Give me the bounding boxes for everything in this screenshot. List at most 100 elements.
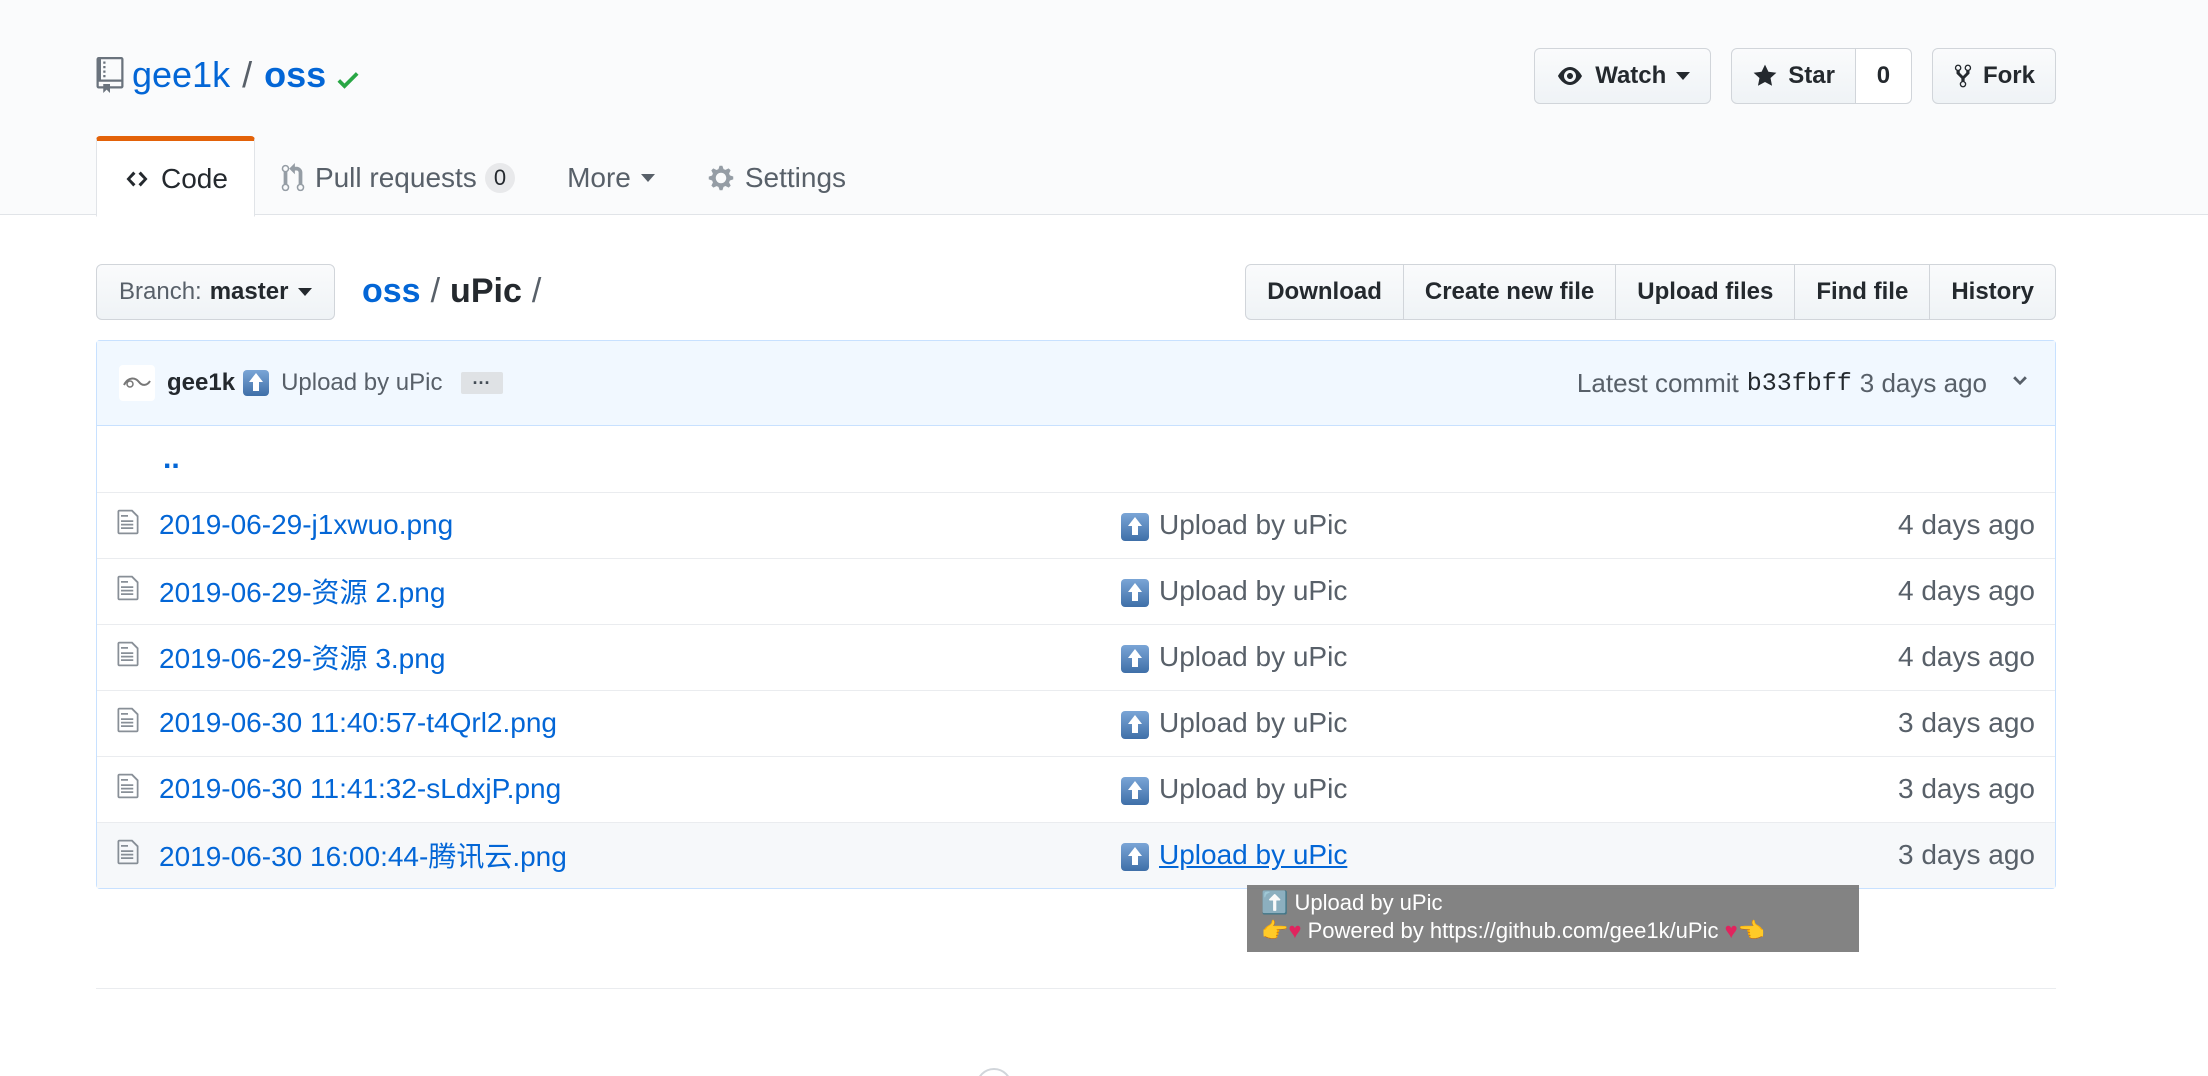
file-link[interactable]: 2019-06-30 16:00:44-腾讯云.png	[159, 841, 567, 872]
pointing-right-emoji-icon: 👉	[1261, 918, 1289, 943]
branch-select-button[interactable]: Branch: master	[96, 264, 336, 320]
repo-title: gee1k / oss	[96, 50, 362, 100]
file-icon	[117, 839, 139, 864]
heart-icon: ♥	[1288, 918, 1302, 943]
star-group: Star 0	[1731, 48, 1912, 104]
file-commit-message[interactable]: Upload by uPic	[1121, 756, 1672, 822]
file-link[interactable]: 2019-06-29-资源 3.png	[159, 643, 445, 674]
file-age: 3 days ago	[1898, 707, 2035, 738]
heart-icon: ♥	[1724, 918, 1738, 943]
file-icon	[117, 575, 139, 600]
repo-nav: Code Pull requests 0 More Settings	[96, 136, 872, 217]
breadcrumb-current: uPic	[450, 271, 522, 310]
history-button[interactable]: History	[1930, 264, 2056, 320]
table-row: 2019-06-30 11:41:32-sLdxjP.png Upload by…	[97, 756, 2055, 822]
pull-requests-counter: 0	[484, 163, 516, 193]
up-arrow-emoji-icon	[243, 370, 270, 396]
commit-tease: gee1k Upload by uPic ··· Latest commit b…	[97, 341, 2055, 426]
table-row: 2019-06-30 16:00:44-腾讯云.png Upload by uP…	[97, 822, 2055, 888]
repo-name-link[interactable]: oss	[264, 54, 326, 96]
pointing-left-emoji-icon: 👈	[1737, 918, 1766, 943]
check-icon[interactable]	[334, 61, 362, 89]
commit-message[interactable]: Upload by uPic	[281, 369, 442, 397]
file-age: 3 days ago	[1898, 839, 2035, 871]
parent-directory-link[interactable]: ..	[163, 442, 180, 475]
git-pull-request-icon	[281, 163, 305, 192]
upload-files-button[interactable]: Upload files	[1616, 264, 1796, 320]
file-age: 4 days ago	[1898, 641, 2035, 672]
file-icon	[117, 773, 139, 798]
tab-pull-requests[interactable]: Pull requests 0	[255, 136, 541, 216]
chevron-down-icon	[640, 174, 655, 182]
file-age: 4 days ago	[1898, 509, 2035, 540]
file-commit-message[interactable]: Upload by uPic	[1121, 822, 1672, 888]
download-button[interactable]: Download	[1245, 264, 1404, 320]
tab-more-label: More	[567, 162, 631, 193]
find-file-button[interactable]: Find file	[1795, 264, 1931, 320]
commit-sha[interactable]: b33fbff	[1747, 369, 1852, 398]
branch-name: master	[209, 278, 289, 305]
chevron-down-icon[interactable]	[2009, 368, 2031, 399]
commit-age: 3 days ago	[1859, 368, 1987, 398]
file-commit-message[interactable]: Upload by uPic	[1121, 624, 1672, 690]
commit-message-tooltip: ⬆️ Upload by uPic 👉♥ Powered by https://…	[1247, 885, 1859, 952]
tooltip-line-1: ⬆️ Upload by uPic	[1261, 890, 1443, 915]
file-link[interactable]: 2019-06-30 11:41:32-sLdxjP.png	[159, 773, 561, 804]
file-actions: Download Create new file Upload files Fi…	[1245, 264, 2056, 320]
up-arrow-emoji-icon	[1121, 578, 1149, 607]
eye-icon	[1558, 67, 1583, 85]
tab-settings[interactable]: Settings	[681, 136, 872, 216]
file-icon	[117, 509, 139, 534]
fork-label: Fork	[1982, 62, 2035, 89]
files-table: .. 2019-06-29-j1xwuo.png Upload by uPic …	[97, 426, 2055, 888]
breadcrumb-trailing-separator: /	[531, 271, 542, 310]
file-age: 4 days ago	[1898, 575, 2035, 606]
avatar[interactable]	[119, 365, 155, 401]
repo-owner-link[interactable]: gee1k	[132, 54, 230, 96]
repo-actions: Watch Star 0 Fork	[1534, 48, 2056, 104]
table-row: 2019-06-29-j1xwuo.png Upload by uPic 4 d…	[97, 492, 2055, 558]
table-row: 2019-06-30 11:40:57-t4Qrl2.png Upload by…	[97, 690, 2055, 756]
latest-commit-label: Latest commit	[1576, 368, 1739, 398]
up-arrow-emoji-icon	[1121, 710, 1149, 739]
commit-author[interactable]: gee1k	[167, 369, 235, 397]
file-link[interactable]: 2019-06-29-j1xwuo.png	[159, 509, 453, 540]
commit-ellipsis-button[interactable]: ···	[460, 372, 503, 394]
star-count[interactable]: 0	[1855, 48, 1912, 104]
branch-prefix: Branch:	[119, 278, 202, 305]
table-row: 2019-06-29-资源 3.png Upload by uPic 4 day…	[97, 624, 2055, 690]
file-wrap: gee1k Upload by uPic ··· Latest commit b…	[96, 340, 2056, 889]
create-new-file-button[interactable]: Create new file	[1403, 264, 1617, 320]
star-button[interactable]: Star	[1731, 48, 1856, 104]
repo-title-separator: /	[242, 54, 253, 95]
up-arrow-emoji-icon	[1121, 842, 1149, 871]
watch-label: Watch	[1595, 62, 1667, 89]
commit-meta: Latest commit b33fbff 3 days ago	[1577, 341, 2031, 426]
footer-divider	[96, 988, 2056, 989]
chevron-down-icon	[298, 288, 313, 296]
repo-icon	[96, 57, 124, 93]
tooltip-line-2: Powered by https://github.com/gee1k/uPic	[1301, 918, 1725, 943]
up-tree-row: ..	[97, 426, 2055, 492]
tab-more[interactable]: More	[541, 136, 681, 216]
file-commit-message[interactable]: Upload by uPic	[1121, 492, 1672, 558]
github-logo-icon[interactable]	[976, 1068, 1012, 1076]
fork-button[interactable]: Fork	[1931, 48, 2056, 104]
tab-code[interactable]: Code	[96, 136, 255, 217]
chevron-down-icon	[1676, 72, 1691, 80]
up-arrow-emoji-icon	[1121, 512, 1149, 541]
tab-settings-label: Settings	[744, 162, 847, 193]
file-link[interactable]: 2019-06-30 11:40:57-t4Qrl2.png	[159, 707, 557, 738]
file-commit-message[interactable]: Upload by uPic	[1121, 690, 1672, 756]
gear-icon	[708, 165, 734, 191]
up-arrow-emoji-icon	[1121, 776, 1149, 805]
file-age: 3 days ago	[1898, 773, 2035, 804]
watch-button[interactable]: Watch	[1534, 48, 1712, 104]
file-commit-message[interactable]: Upload by uPic	[1121, 558, 1672, 624]
star-label: Star	[1788, 62, 1835, 89]
file-link[interactable]: 2019-06-29-资源 2.png	[159, 577, 445, 608]
table-row: 2019-06-29-资源 2.png Upload by uPic 4 day…	[97, 558, 2055, 624]
breadcrumb: oss / uPic /	[362, 268, 551, 314]
code-icon	[126, 171, 148, 186]
breadcrumb-root-link[interactable]: oss	[362, 272, 421, 311]
